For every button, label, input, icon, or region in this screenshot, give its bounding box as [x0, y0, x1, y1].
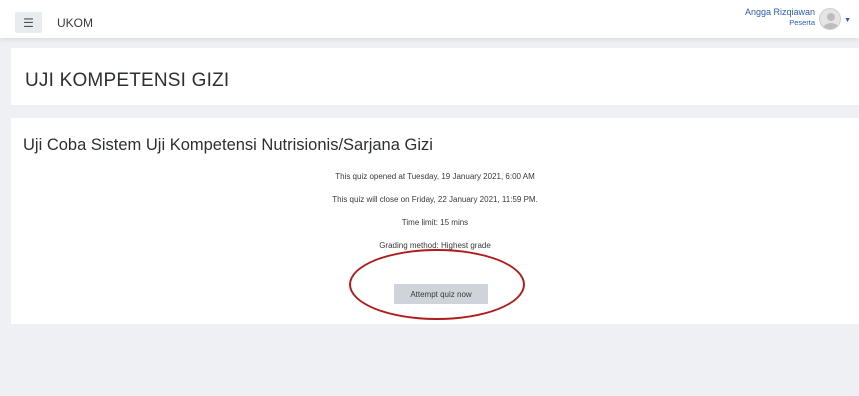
user-text: Angga Rizqiawan Peserta — [745, 7, 816, 27]
site-name-link[interactable]: UKOM — [57, 16, 93, 30]
user-avatar-icon[interactable] — [819, 8, 842, 30]
quiz-card: Uji Coba Sistem Uji Kompetensi Nutrision… — [11, 118, 859, 324]
user-menu[interactable]: Angga Rizqiawan Peserta ▼ — [745, 7, 851, 34]
time-limit-info: Time limit: 15 mins — [401, 218, 469, 227]
grading-method-info: Grading method: Highest grade — [379, 241, 491, 250]
user-role: Peserta — [789, 17, 816, 27]
user-name: Angga Rizqiawan — [745, 7, 816, 17]
quiz-close-info: This quiz will close on Friday, 22 Janua… — [332, 195, 538, 204]
quiz-title: Uji Coba Sistem Uji Kompetensi Nutrision… — [23, 136, 433, 154]
page-title: UJI KOMPETENSI GIZI — [25, 70, 230, 91]
hamburger-icon[interactable]: ☰ — [15, 12, 42, 33]
top-navbar: ☰ UKOM Angga Rizqiawan Peserta ▼ — [0, 0, 859, 38]
quiz-open-info: This quiz opened at Tuesday, 19 January … — [335, 172, 535, 181]
page-header: UJI KOMPETENSI GIZI — [11, 48, 859, 105]
caret-down-icon[interactable]: ▼ — [844, 17, 851, 24]
attempt-quiz-button[interactable]: Attempt quiz now — [394, 284, 488, 304]
